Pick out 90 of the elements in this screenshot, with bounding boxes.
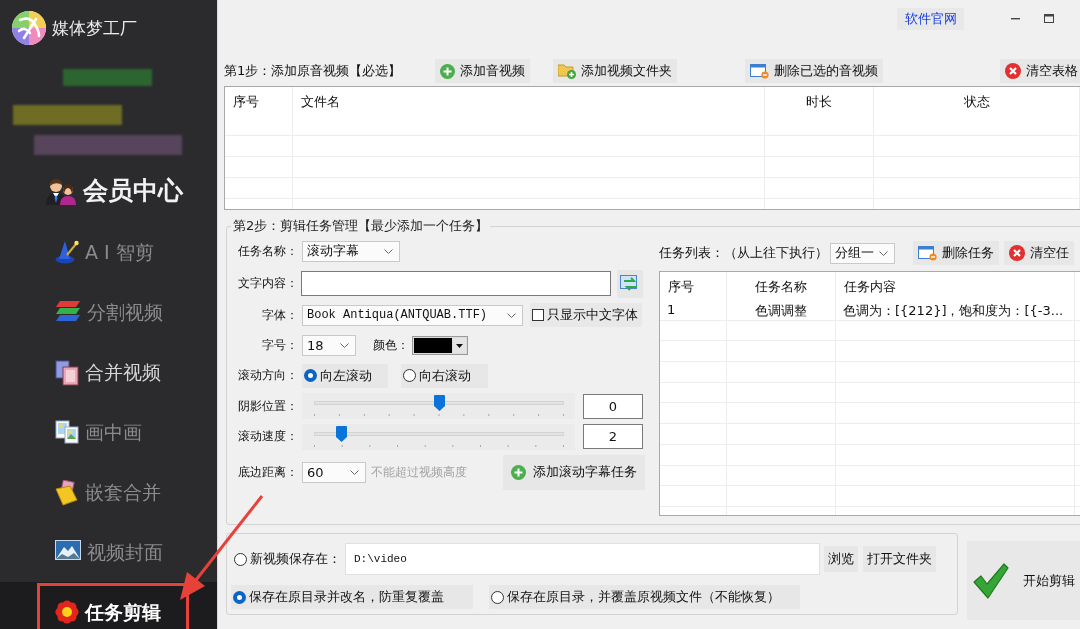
value-field[interactable]: 0 [583, 393, 643, 419]
chevron-down-icon [340, 342, 349, 348]
toolbar-button[interactable]: 清空任 [1004, 241, 1074, 265]
sidebar-item[interactable]: 嵌套合并 [0, 462, 217, 522]
toolbar-button[interactable]: 清空表格 [1000, 59, 1080, 83]
radio-option[interactable]: 向右滚动 [401, 363, 488, 388]
arrows-icon [620, 274, 640, 293]
people-icon [45, 177, 77, 205]
window-minus-icon [750, 63, 769, 79]
flower-icon [55, 600, 79, 624]
app-name: 媒体梦工厂 [52, 16, 137, 40]
mountain-picture-icon [55, 540, 81, 560]
field-label: 文字内容： [237, 275, 299, 292]
field-label: 任务名称： [237, 242, 299, 260]
logo-icon [12, 11, 46, 45]
x-circle-icon [1005, 63, 1021, 79]
table-cell: 1 [660, 300, 727, 320]
slider-thumb[interactable] [433, 395, 445, 412]
slider-track[interactable] [302, 423, 575, 450]
open-folder-button[interactable]: 打开文件夹 [863, 546, 936, 572]
browse-button[interactable]: 浏览 [824, 546, 858, 572]
radio-option[interactable]: 新视频保存在： [232, 547, 345, 571]
sidebar-item[interactable]: 视频封面 [0, 522, 217, 582]
sidebar-item[interactable]: 分割视频 [0, 282, 217, 342]
folder-plus-icon [558, 63, 576, 79]
wizard-hat-icon [55, 240, 79, 264]
field-label: 字体： [261, 306, 299, 324]
field-label: 颜色： [373, 336, 409, 354]
column-header: 文件名 [293, 87, 765, 115]
hint-text: 不能超过视频高度 [371, 463, 467, 481]
step-title: 第1步：添加原音视频【必选】 [224, 62, 403, 80]
file-box-icon [55, 480, 79, 506]
field-label: 字号： [261, 336, 299, 354]
film-frames-icon [55, 360, 79, 386]
table-cell: 色调调整 [727, 300, 836, 320]
column-header: 序号 [660, 272, 727, 300]
field-label: 滚动速度： [237, 428, 299, 446]
dropdown[interactable]: 分组一 [830, 242, 895, 264]
chevron-down-icon [507, 312, 516, 318]
convert-button[interactable] [617, 269, 643, 298]
column-header: 时长 [765, 87, 874, 115]
column-header: 任务内容 [836, 272, 1075, 300]
column-header: 状态 [874, 87, 1080, 115]
plus-circle-icon [511, 464, 526, 480]
checkbox-option[interactable]: 只显示中文字体 [530, 303, 642, 327]
minimize-icon[interactable] [1011, 18, 1020, 20]
text-input-field[interactable] [301, 271, 611, 296]
chevron-down-icon [879, 250, 888, 256]
website-link[interactable]: 软件官网 [897, 8, 964, 30]
dropdown[interactable]: 60 [302, 461, 366, 483]
toolbar-button[interactable]: 删除任务 [913, 241, 999, 265]
sidebar-item[interactable]: 合并视频 [0, 342, 217, 402]
radio-option[interactable]: 保存在原目录并改名，防重复覆盖 [231, 585, 473, 609]
field-label: 滚动方向： [237, 367, 299, 384]
dropdown[interactable]: 滚动字幕 [302, 240, 400, 262]
sidebar-item[interactable]: 会员中心 [0, 162, 217, 222]
task-list-label: 任务列表：（从上往下执行） [659, 244, 828, 262]
radio-option[interactable]: 向左滚动 [302, 363, 388, 388]
table-cell: 色调为：[{212}]，饱和度为：[{-3... [836, 300, 1075, 320]
plus-circle-icon [440, 63, 455, 79]
toolbar-button[interactable]: 添加视频文件夹 [553, 59, 677, 83]
start-button[interactable]: 开始剪辑 [967, 541, 1080, 620]
color-picker[interactable] [412, 335, 468, 355]
dropdown[interactable]: 18 [302, 334, 356, 356]
step-title: 第2步：剪辑任务管理【最少添加一个任务】 [232, 217, 490, 235]
checkmark-icon [973, 562, 1009, 599]
toolbar-button[interactable]: 删除已选的音视频 [745, 59, 883, 83]
dropdown[interactable]: Book Antiqua(ANTQUAB.TTF) [302, 304, 523, 326]
slider-thumb[interactable] [336, 425, 347, 442]
pictures-icon [55, 420, 79, 444]
layers-icon [55, 300, 81, 322]
path-field[interactable]: D:\video [345, 543, 820, 575]
field-label: 阴影位置： [237, 397, 299, 415]
field-label: 底边距离： [237, 463, 299, 481]
column-header: 序号 [225, 87, 293, 115]
value-field[interactable]: 2 [583, 424, 643, 450]
sidebar-item[interactable]: A I 智剪 [0, 222, 217, 282]
sidebar-item[interactable]: 画中画 [0, 402, 217, 462]
column-header: 任务名称 [727, 272, 836, 300]
slider-track[interactable] [302, 393, 575, 420]
sidebar-item[interactable]: 任务剪辑 [0, 582, 217, 629]
chevron-down-icon [350, 469, 359, 475]
caret-icon [453, 337, 466, 353]
toolbar-button[interactable]: 添加音视频 [435, 59, 530, 83]
x-circle-icon [1009, 245, 1025, 261]
window-minus-icon [918, 245, 937, 261]
add-task-button[interactable]: 添加滚动字幕任务 [503, 454, 645, 490]
maximize-icon[interactable] [1044, 14, 1054, 23]
radio-option[interactable]: 保存在原目录，并覆盖原视频文件（不能恢复） [489, 585, 800, 609]
chevron-down-icon [384, 248, 393, 254]
